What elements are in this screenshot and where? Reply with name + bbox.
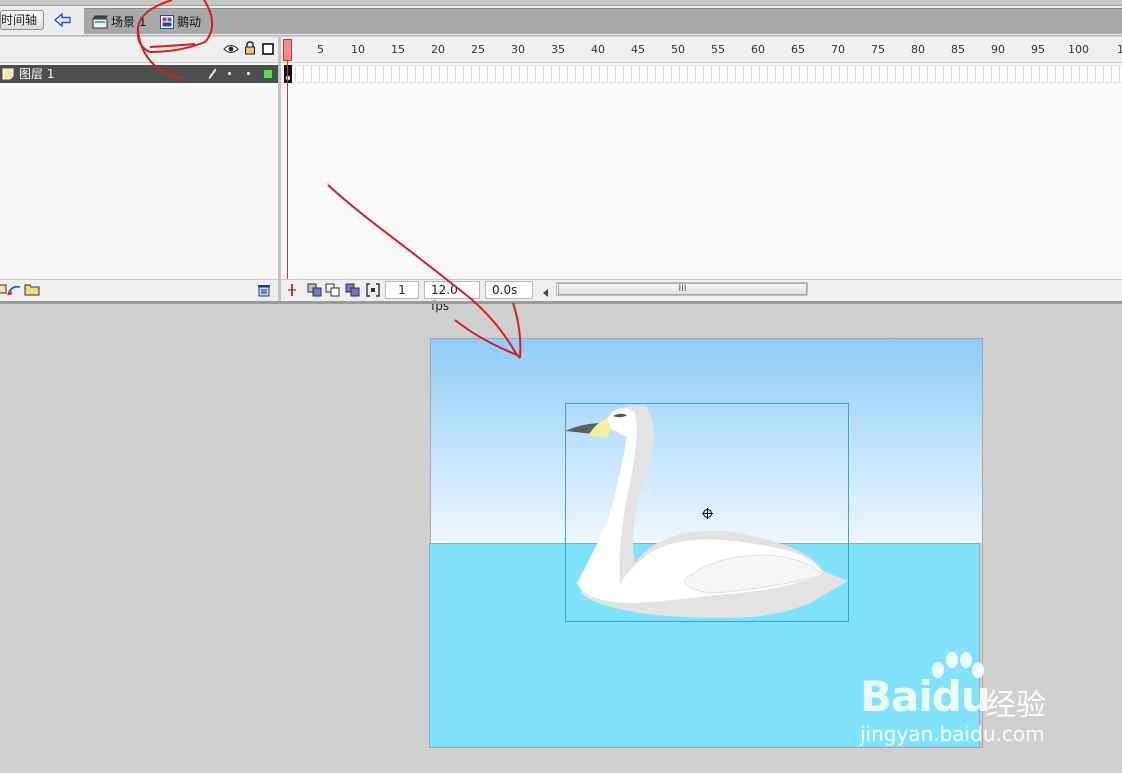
ruler-tick-label: 80 [911,43,925,56]
layer-outline-color[interactable] [263,69,273,79]
onion-outline-icon[interactable] [325,283,341,300]
ruler-tick-label: 60 [751,43,765,56]
ruler-tick-label: 100 [1068,43,1089,56]
ruler-tick-label: 20 [431,43,445,56]
frames-area [281,63,1122,279]
layer-row[interactable]: 图层 1 [0,65,278,83]
add-motion-guide-icon[interactable] [7,283,21,300]
onion-skin-icon[interactable] [307,283,323,300]
timeline-divider[interactable] [278,37,281,303]
breadcrumb-symbol[interactable]: 鹅动 [160,14,201,30]
add-folder-icon[interactable] [24,282,40,299]
center-frame-icon[interactable] [286,283,298,300]
layer-icon [2,68,14,83]
frame-rate-field[interactable]: 12.0 fps [424,281,480,313]
panel-separator[interactable] [0,301,1122,304]
scroll-left-icon[interactable] [543,286,549,300]
ruler-tick-label: 15 [391,43,405,56]
edit-multiple-frames-icon[interactable] [345,283,361,300]
ruler-tick-label: 1 [1117,43,1122,56]
timeline-status-bar: 1 12.0 fps 0.0s III [281,279,1122,313]
ruler-tick-label: 95 [1031,43,1045,56]
ruler-tick-label: 65 [791,43,805,56]
scene-icon [92,15,111,29]
layers-header [0,37,278,63]
ruler-tick-label: 90 [991,43,1005,56]
lock-icon[interactable] [244,41,256,58]
visibility-dot[interactable] [228,72,231,75]
ruler-tick-label: 75 [871,43,885,56]
ruler-tick-label: 35 [551,43,565,56]
ruler-tick-label: 10 [351,43,365,56]
lock-dot[interactable] [247,72,250,75]
ruler-tick-label: 55 [711,43,725,56]
ruler-tick-label: 25 [471,43,485,56]
elapsed-time-field: 0.0s [485,281,533,299]
baidu-jingyan-watermark: Baidu 经验 jingyan.baidu.com [858,650,1068,750]
scene-label: 场景 1 [111,15,147,29]
ruler-tick-label: 40 [591,43,605,56]
watermark-jingyan-text: 经验 [986,688,1046,723]
ruler-tick-label: 50 [671,43,685,56]
layers-toolbar [0,279,278,301]
eye-icon[interactable] [223,43,239,58]
edit-bar: 时间轴 场景 1 鹅动 [0,6,1122,36]
current-frame-field: 1 [385,281,419,299]
watermark-logo-text: Baidu [860,672,991,721]
ruler-tick-label: 85 [951,43,965,56]
registration-point-icon [702,508,713,519]
ruler-tick-label: 30 [511,43,525,56]
layer-name[interactable]: 图层 1 [19,66,54,82]
layer-frames-row[interactable] [288,65,1122,83]
frame-ruler[interactable]: 1510152025303540455055606570758085909510… [281,37,1122,63]
timeline-toggle-button[interactable]: 时间轴 [0,10,44,30]
breadcrumb: 场景 1 鹅动 [84,8,1122,34]
back-arrow-icon[interactable] [52,11,74,29]
playhead[interactable] [283,39,292,61]
playhead-line [287,61,288,279]
symbol-label: 鹅动 [177,15,202,29]
ruler-tick-label: 5 [317,43,324,56]
keyframe[interactable] [284,65,292,83]
movieclip-symbol-icon [160,15,177,29]
trash-icon[interactable] [257,283,271,300]
timeline-scrollbar[interactable]: III [556,282,808,296]
ruler-tick-label: 45 [631,43,645,56]
scrollbar-thumb[interactable]: III [558,283,807,295]
layers-list [0,63,278,279]
outline-icon[interactable] [262,43,274,58]
ruler-tick-label: 70 [831,43,845,56]
pencil-icon [207,68,217,83]
breadcrumb-scene[interactable]: 场景 1 [92,14,146,30]
watermark-url: jingyan.baidu.com [860,722,1045,746]
onion-markers-icon[interactable] [366,283,380,300]
